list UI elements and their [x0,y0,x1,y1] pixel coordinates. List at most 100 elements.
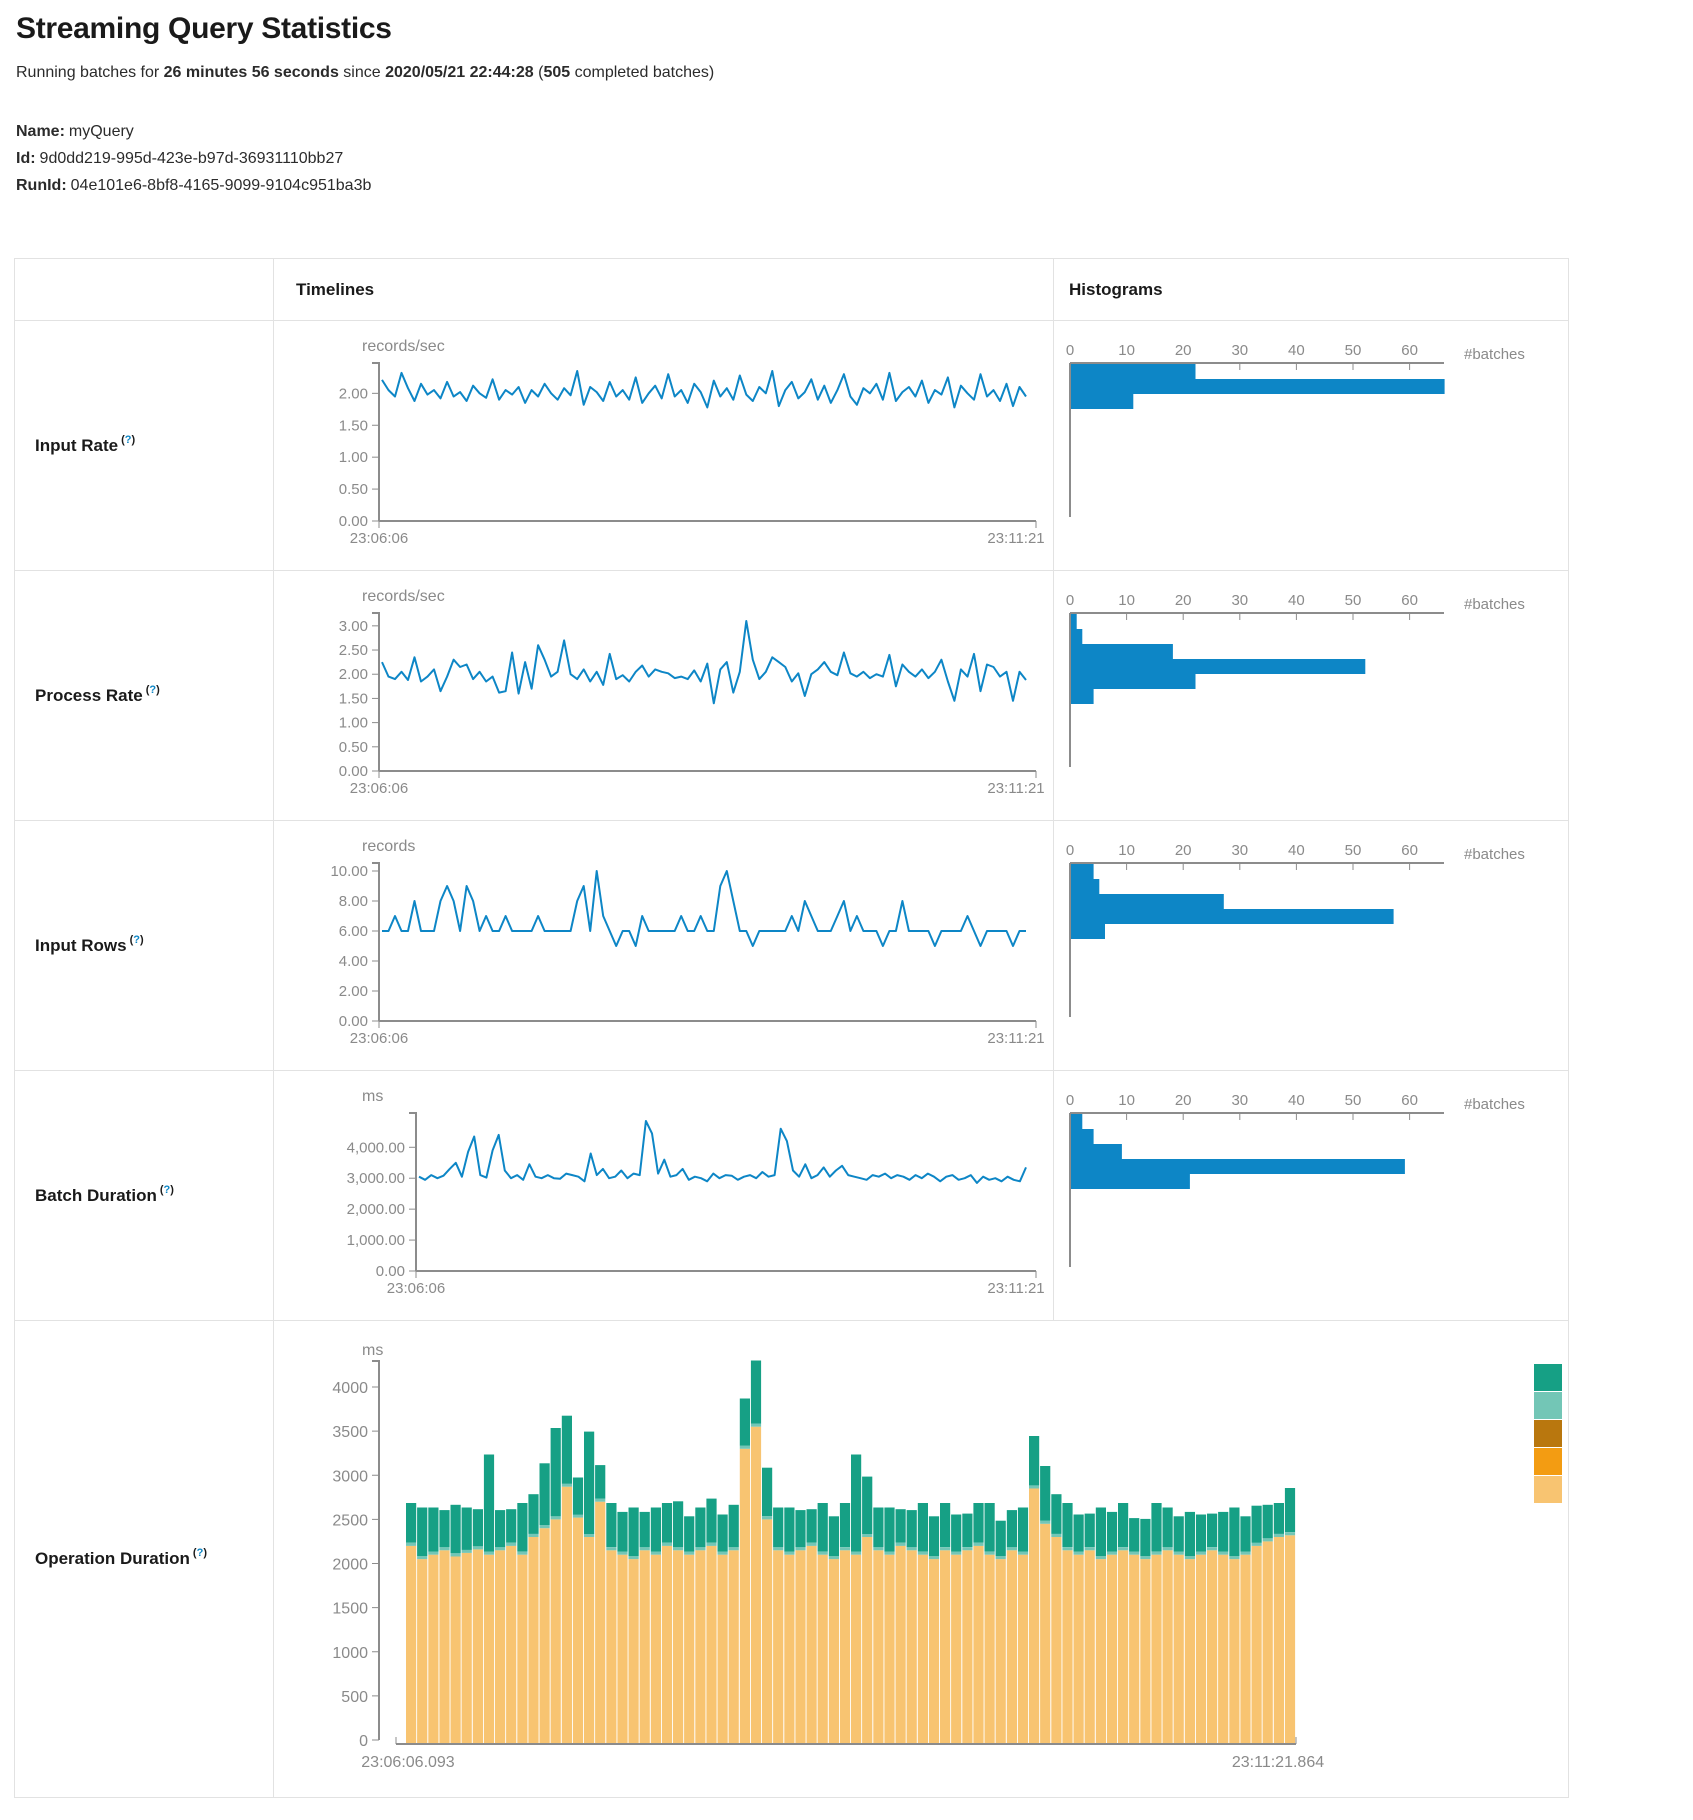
stacked-bar-bottom [1107,1555,1117,1743]
stacked-bar-bottom [1285,1535,1295,1743]
axis-label: 0.00 [376,1263,405,1280]
stacked-bar-bottom [973,1546,983,1743]
help-icon[interactable]: (?) [160,1184,174,1196]
stacked-bar-bottom [1263,1541,1273,1743]
subtitle-mid: since [339,64,385,81]
axis-label: 2500 [332,1512,368,1529]
stacked-bar-bottom [1096,1559,1106,1743]
axis-label: 40 [1288,592,1305,609]
help-icon[interactable]: (?) [130,934,144,946]
stacked-bar-middle [818,1552,828,1555]
axis-label: 23:06:06 [350,1030,408,1047]
stacked-bar-top [1096,1508,1106,1557]
axis-label: 1500 [332,1601,368,1618]
axis-label: 23:11:21 [987,530,1044,547]
y-axis [409,1113,416,1271]
stacked-bar-middle [617,1552,627,1555]
query-runid-value: 04e101e6-8bf8-4165-9099-9104c951ba3b [71,177,372,194]
stacked-bar-bottom [1029,1489,1039,1744]
y-axis [372,863,379,1021]
running-duration: 26 minutes 56 seconds [164,64,339,81]
stacked-bar-middle [662,1543,672,1546]
axis-label: 40 [1288,342,1305,359]
stacked-bar-top [1252,1506,1262,1543]
stacked-bar-bottom [918,1555,928,1743]
axis-label: 1000 [332,1645,368,1662]
stacked-bar-bottom [985,1555,995,1743]
histogram-bar [1071,1159,1405,1174]
stacked-bar-middle [740,1446,750,1449]
stacked-bar-bottom [439,1550,449,1743]
stacked-bar-top [962,1514,972,1548]
stacked-bar-bottom [784,1555,794,1743]
row-label-batch-duration: Batch Duration(?) [15,1071,274,1321]
stacked-bar-top [451,1505,461,1554]
axis-label: ms [362,1088,383,1105]
stacked-bar-middle [562,1484,572,1487]
stacked-bar-top [706,1499,716,1543]
stacked-bar-top [840,1503,850,1547]
timelines-column-header: Timelines [274,259,1054,321]
axis-label: 2,000.00 [347,1201,405,1218]
stacked-bar-middle [584,1534,594,1537]
axis-label: 8.00 [339,893,368,910]
process-rate-label: Process Rate [35,686,143,706]
process-rate-histogram-cell: 0102030405060#batches [1054,571,1569,821]
axis-label: records/sec [362,338,445,355]
stacked-bar-middle [1229,1556,1239,1559]
stacked-bar-middle [495,1547,505,1550]
axis-label: 10 [1118,592,1135,609]
stacked-bar-top [517,1503,527,1552]
stacked-bar-bottom [562,1487,572,1743]
stacked-bar-middle [484,1552,494,1555]
histogram-bar [1071,1129,1094,1144]
help-icon[interactable]: (?) [146,684,160,696]
stacked-bar-middle [1040,1521,1050,1524]
axis-label: 30 [1231,1092,1248,1109]
axis-label: 60 [1401,842,1418,859]
stacked-bar-top [1074,1515,1084,1552]
process-rate-timeline-cell: records/sec0.000.501.001.502.002.503.002… [274,571,1054,821]
stacked-bar-middle [973,1543,983,1546]
stacked-bar-bottom [573,1518,583,1743]
input-rate-timeline-chart: records/sec0.000.501.001.502.0023:06:062… [274,321,1052,569]
stacked-bar-bottom [884,1555,894,1743]
axis-label: 2.50 [339,642,368,659]
stacked-bar-middle [751,1424,761,1427]
stacked-bar-top [617,1512,627,1552]
subtitle-paren: ( [534,64,544,81]
help-icon[interactable]: (?) [193,1547,207,1559]
stacked-bar-bottom [1118,1550,1128,1743]
axis-label: 60 [1401,592,1418,609]
stacked-bar-bottom [1018,1555,1028,1743]
stacked-bar-middle [795,1547,805,1550]
help-icon[interactable]: (?) [121,434,135,446]
stacked-bar-bottom [1007,1550,1017,1743]
stacked-bar-top [1040,1466,1050,1521]
stacked-bar-middle [729,1547,739,1550]
stacked-bar-top [1129,1518,1139,1552]
stacked-bar-middle [773,1547,783,1550]
stacked-bar-bottom [840,1550,850,1743]
stacked-bar-bottom [1252,1546,1262,1743]
stacked-bar-middle [918,1552,928,1555]
stacked-bar-bottom [829,1559,839,1743]
stacked-bar-middle [1029,1485,1039,1488]
stacked-bar-top [1007,1510,1017,1547]
stacked-bar-middle [929,1556,939,1559]
query-id-value: 9d0dd219-995d-423e-b97d-36931110bb27 [40,150,344,167]
stacked-bar-middle [1285,1532,1295,1535]
batch-duration-label: Batch Duration [35,1186,157,1206]
axis-label: 23:06:06 [387,1280,445,1297]
stacked-bar-bottom [484,1555,494,1743]
stacked-bar-bottom [751,1427,761,1743]
operation-duration-label: Operation Duration [35,1549,190,1569]
stacked-bar-top [929,1516,939,1556]
axis-label: 20 [1175,592,1192,609]
histogram-bar [1071,379,1445,394]
stacked-bar-top [606,1503,616,1547]
axis-label: 50 [1345,342,1362,359]
stacked-bar-top [1029,1436,1039,1485]
axis-label: 2.00 [339,983,368,1000]
histogram-bar [1071,879,1099,894]
